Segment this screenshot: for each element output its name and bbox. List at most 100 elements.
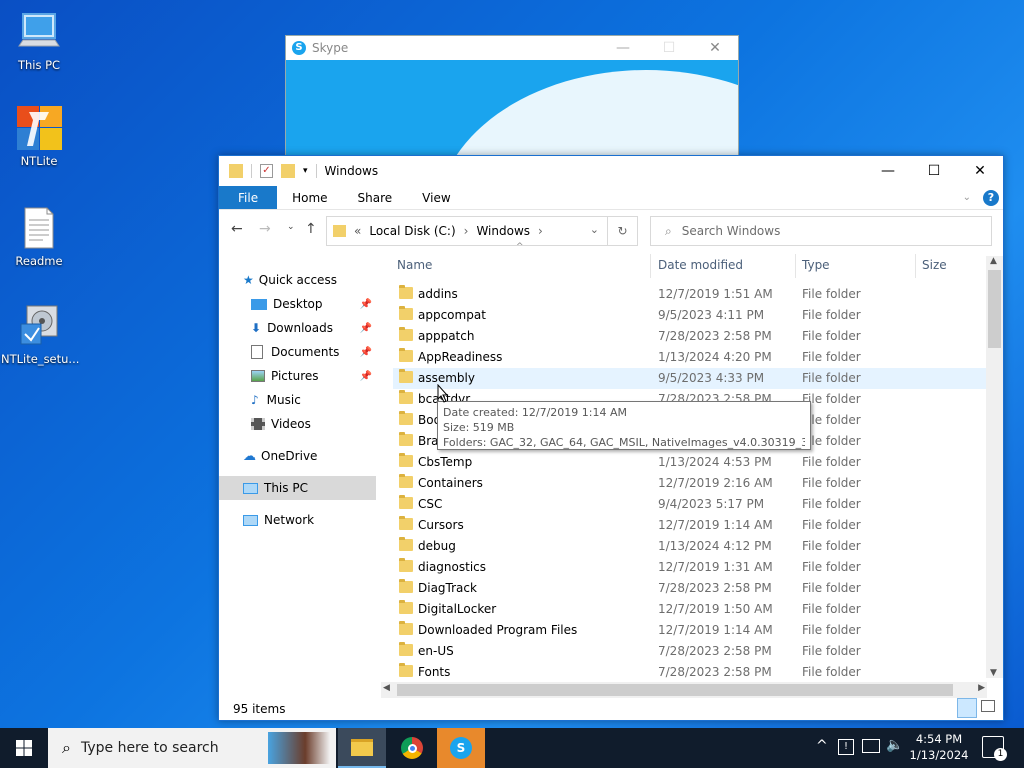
nav-onedrive[interactable]: ☁ OneDrive xyxy=(219,444,376,468)
scrollbar-thumb[interactable] xyxy=(397,684,953,696)
table-row[interactable]: addins 12/7/2019 1:51 AM File folder xyxy=(393,284,987,305)
folder-icon xyxy=(399,411,413,425)
desktop-icon-ntlite[interactable]: NTLite xyxy=(1,106,77,168)
file-date-modified: 1/13/2024 4:20 PM xyxy=(658,350,772,364)
forward-icon[interactable]: → xyxy=(259,221,271,237)
table-row[interactable]: appcompat 9/5/2023 4:11 PM File folder xyxy=(393,305,987,326)
table-row[interactable]: Downloaded Program Files 12/7/2019 1:14 A… xyxy=(393,620,987,641)
search-input[interactable]: Search Windows xyxy=(682,224,781,238)
table-row[interactable]: Containers 12/7/2019 2:16 AM File folder xyxy=(393,473,987,494)
close-icon[interactable]: ✕ xyxy=(957,163,1003,179)
nav-downloads[interactable]: ⬇ Downloads 📌 xyxy=(219,316,376,340)
chevron-right-icon[interactable]: › xyxy=(538,224,543,238)
nav-desktop[interactable]: Desktop 📌 xyxy=(219,292,376,316)
close-icon[interactable]: ✕ xyxy=(692,40,738,56)
search-box[interactable]: ⌕ Search Windows xyxy=(650,216,992,246)
breadcrumb-windows[interactable]: Windows xyxy=(476,224,530,238)
column-divider[interactable] xyxy=(795,254,796,278)
table-row[interactable]: CSC 9/4/2023 5:17 PM File folder xyxy=(393,494,987,515)
taskbar-skype[interactable]: S xyxy=(437,728,485,768)
table-row[interactable]: Cursors 12/7/2019 1:14 AM File folder xyxy=(393,515,987,536)
nav-pictures[interactable]: Pictures 📌 xyxy=(219,364,376,388)
column-header-date[interactable]: Date modified xyxy=(658,250,798,280)
vertical-scrollbar[interactable]: ▲ ▼ xyxy=(986,256,1003,678)
taskbar-search-input[interactable]: Type here to search xyxy=(81,740,219,756)
skype-titlebar[interactable]: S Skype — ☐ ✕ xyxy=(286,36,738,60)
taskbar-search-box[interactable]: ⌕ Type here to search xyxy=(48,728,336,768)
large-icons-view-icon[interactable] xyxy=(981,700,995,712)
table-row[interactable]: debug 1/13/2024 4:12 PM File folder xyxy=(393,536,987,557)
nav-music[interactable]: ♪ Music xyxy=(219,388,376,412)
pin-icon[interactable]: 📌 xyxy=(360,323,372,334)
taskbar-chrome[interactable] xyxy=(388,728,436,768)
skype-window[interactable]: S Skype — ☐ ✕ xyxy=(285,35,739,165)
tab-home[interactable]: Home xyxy=(277,186,342,209)
horizontal-scrollbar[interactable]: ◀ ▶ xyxy=(381,682,987,698)
address-overflow[interactable]: « xyxy=(354,224,361,238)
clock[interactable]: 4:54 PM 1/13/2024 xyxy=(908,731,970,763)
scroll-up-icon[interactable]: ▲ xyxy=(990,256,997,266)
refresh-button[interactable]: ↻ xyxy=(608,216,638,246)
pin-icon[interactable]: 📌 xyxy=(360,299,372,310)
help-icon[interactable]: ? xyxy=(983,189,999,206)
desktop-icon-label: This PC xyxy=(17,58,61,72)
back-icon[interactable]: ← xyxy=(231,221,243,237)
chevron-up-icon[interactable]: ^ xyxy=(816,738,828,754)
column-divider[interactable] xyxy=(915,254,916,278)
action-center-button[interactable]: 1 xyxy=(982,736,1007,761)
pin-icon[interactable]: 📌 xyxy=(360,347,372,358)
maximize-icon[interactable]: ☐ xyxy=(911,163,957,179)
chevron-right-icon[interactable]: › xyxy=(464,224,469,238)
table-row[interactable]: assembly 9/5/2023 4:33 PM File folder xyxy=(393,368,987,389)
address-bar[interactable]: « Local Disk (C:) › Windows › ⌄ xyxy=(326,216,608,246)
table-row[interactable]: diagnostics 12/7/2019 1:31 AM File folder xyxy=(393,557,987,578)
tab-view[interactable]: View xyxy=(407,186,465,209)
scroll-left-icon[interactable]: ◀ xyxy=(383,683,390,693)
address-dropdown-icon[interactable]: ⌄ xyxy=(590,223,599,236)
scroll-down-icon[interactable]: ▼ xyxy=(990,668,997,678)
scroll-right-icon[interactable]: ▶ xyxy=(978,683,985,693)
table-row[interactable]: en-US 7/28/2023 2:58 PM File folder xyxy=(393,641,987,662)
nav-videos[interactable]: Videos xyxy=(219,412,376,436)
details-view-icon[interactable] xyxy=(957,698,977,718)
nav-this-pc[interactable]: This PC xyxy=(219,476,376,500)
qat-dropdown-icon[interactable]: ▾ xyxy=(303,166,308,176)
desktop-icon-readme[interactable]: Readme xyxy=(1,206,77,268)
new-folder-icon[interactable] xyxy=(281,164,295,178)
column-divider[interactable] xyxy=(650,254,651,278)
nav-quick-access[interactable]: ★ Quick access xyxy=(219,268,376,292)
table-row[interactable]: apppatch 7/28/2023 2:58 PM File folder xyxy=(393,326,987,347)
taskbar-file-explorer[interactable] xyxy=(338,728,386,768)
maximize-icon[interactable]: ☐ xyxy=(646,40,692,56)
table-row[interactable]: CbsTemp 1/13/2024 4:53 PM File folder xyxy=(393,452,987,473)
desktop-icon-this-pc[interactable]: This PC xyxy=(1,10,77,72)
minimize-icon[interactable]: — xyxy=(600,40,646,56)
minimize-icon[interactable]: — xyxy=(865,163,911,179)
scrollbar-thumb[interactable] xyxy=(988,270,1001,348)
up-icon[interactable]: ↑ xyxy=(305,221,317,237)
table-row[interactable]: Fonts 7/28/2023 2:58 PM File folder xyxy=(393,662,987,683)
column-header-name[interactable]: Name xyxy=(397,250,647,280)
nav-network[interactable]: Network xyxy=(219,508,376,532)
desktop-icon-ntlite-setup[interactable]: NTLite_setu... xyxy=(1,304,79,366)
security-icon[interactable]: ! xyxy=(838,739,854,755)
breadcrumb-local-disk[interactable]: Local Disk (C:) xyxy=(369,224,455,238)
window-title: Windows xyxy=(324,164,379,178)
ribbon-expand-icon[interactable]: ⌄ xyxy=(963,186,971,209)
tab-file[interactable]: File xyxy=(219,186,278,209)
column-header-size[interactable]: Size xyxy=(922,250,982,280)
recent-locations-icon[interactable]: ⌄ xyxy=(287,222,295,232)
column-header-type[interactable]: Type xyxy=(802,250,912,280)
file-name: diagnostics xyxy=(418,560,487,574)
volume-muted-icon[interactable]: 🔈 xyxy=(886,737,903,753)
table-row[interactable]: DiagTrack 7/28/2023 2:58 PM File folder xyxy=(393,578,987,599)
explorer-titlebar[interactable]: ✓ ▾ Windows — ☐ ✕ xyxy=(219,156,1003,186)
nav-documents[interactable]: Documents 📌 xyxy=(219,340,376,364)
table-row[interactable]: DigitalLocker 12/7/2019 1:50 AM File folde… xyxy=(393,599,987,620)
pin-icon[interactable]: 📌 xyxy=(360,371,372,382)
table-row[interactable]: AppReadiness 1/13/2024 4:20 PM File folder xyxy=(393,347,987,368)
properties-icon[interactable]: ✓ xyxy=(260,164,273,178)
tab-share[interactable]: Share xyxy=(343,186,408,209)
network-status-icon[interactable] xyxy=(862,739,880,753)
start-button[interactable] xyxy=(0,728,48,768)
